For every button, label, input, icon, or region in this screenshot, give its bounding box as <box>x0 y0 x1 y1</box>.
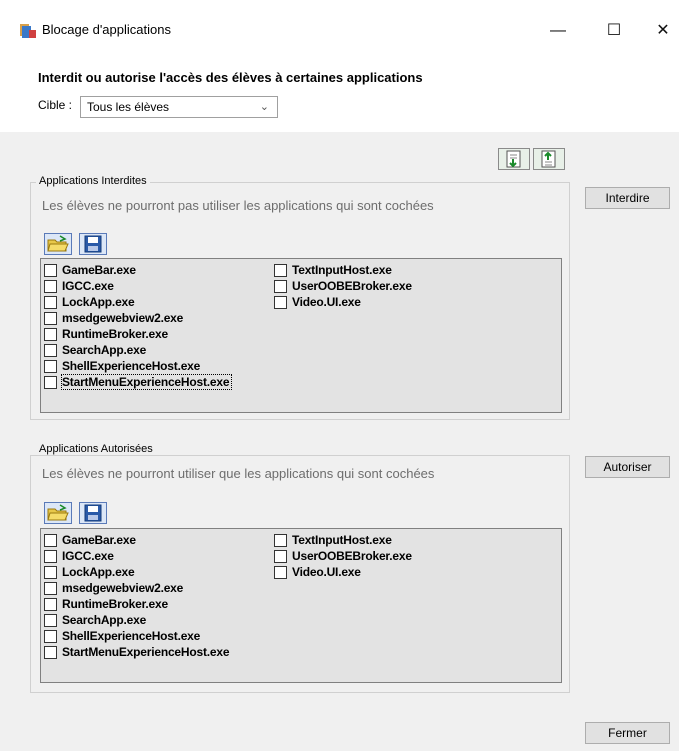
checkbox[interactable] <box>44 646 57 659</box>
checkbox[interactable] <box>44 566 57 579</box>
checkbox[interactable] <box>274 296 287 309</box>
checklist-item-label: ShellExperienceHost.exe <box>62 359 201 373</box>
checkbox[interactable] <box>44 534 57 547</box>
checkbox[interactable] <box>274 550 287 563</box>
checklist-item-label: SearchApp.exe <box>62 343 147 357</box>
close-window-button[interactable]: ✕ <box>643 16 679 46</box>
footer-strip <box>0 710 679 751</box>
checkbox[interactable] <box>274 566 287 579</box>
import-icon <box>506 150 521 168</box>
checkbox[interactable] <box>44 582 57 595</box>
checklist-item-label: LockApp.exe <box>62 295 135 309</box>
checklist-item-label: IGCC.exe <box>62 279 114 293</box>
checkbox[interactable] <box>44 328 57 341</box>
checklist-item-label: msedgewebview2.exe <box>62 311 184 325</box>
checkbox[interactable] <box>44 280 57 293</box>
folder-open-icon <box>47 235 69 252</box>
export-button[interactable] <box>533 148 565 170</box>
allowed-open-button[interactable] <box>44 502 72 524</box>
checkbox[interactable] <box>44 614 57 627</box>
allowed-description: Les élèves ne pourront utiliser que les … <box>42 466 435 481</box>
maximize-button[interactable]: ☐ <box>594 16 634 46</box>
checkbox[interactable] <box>44 550 57 563</box>
checkbox[interactable] <box>44 360 57 373</box>
minimize-button[interactable]: — <box>538 16 578 46</box>
checklist-item-label: RuntimeBroker.exe <box>62 597 168 611</box>
checklist-item-label: TextInputHost.exe <box>292 533 392 547</box>
checkbox[interactable] <box>274 264 287 277</box>
cible-label: Cible : <box>38 98 73 112</box>
checklist-item-label: IGCC.exe <box>62 549 114 563</box>
allowed-checklist: GameBar.exe IGCC.exe LockApp.exe msedgewebv… <box>40 528 562 683</box>
checklist-item-label: msedgewebview2.exe <box>62 581 184 595</box>
checklist-item-label: UserOOBEBroker.exe <box>292 549 412 563</box>
cible-select-value: Tous les élèves <box>87 100 170 114</box>
allowed-legend: Applications Autorisées <box>36 443 156 455</box>
page-heading: Interdit ou autorise l'accès des élèves … <box>38 70 423 85</box>
forbidden-open-button[interactable] <box>44 233 72 255</box>
export-icon <box>541 150 556 168</box>
checklist-item-label: RuntimeBroker.exe <box>62 327 168 341</box>
checklist-item-label: SearchApp.exe <box>62 613 147 627</box>
checklist-item-label: TextInputHost.exe <box>292 263 392 277</box>
checklist-item-label: ShellExperienceHost.exe <box>62 629 201 643</box>
forbidden-checklist: GameBar.exe IGCC.exe LockApp.exe msedgewebv… <box>40 258 562 413</box>
checklist-item-label: StartMenuExperienceHost.exe <box>60 374 233 390</box>
header-panel: Interdit ou autorise l'accès des élèves … <box>0 60 679 132</box>
allow-button[interactable]: Autoriser <box>585 456 670 478</box>
checklist-item-label: Video.UI.exe <box>292 295 361 309</box>
close-button[interactable]: Fermer <box>585 722 670 744</box>
title-bar: Blocage d'applications — ☐ ✕ <box>0 0 679 60</box>
cible-select[interactable]: Tous les élèves ⌄ <box>80 96 278 118</box>
app-icon <box>20 24 36 38</box>
checklist-item-label: UserOOBEBroker.exe <box>292 279 412 293</box>
window-title: Blocage d'applications <box>42 22 171 37</box>
checklist-item-label: GameBar.exe <box>62 263 136 277</box>
allowed-save-button[interactable] <box>79 502 107 524</box>
checkbox[interactable] <box>44 376 57 389</box>
checkbox[interactable] <box>44 264 57 277</box>
checkbox[interactable] <box>44 344 57 357</box>
checklist-item-label: LockApp.exe <box>62 565 135 579</box>
checkbox[interactable] <box>44 296 57 309</box>
checklist-item-label: GameBar.exe <box>62 533 136 547</box>
forbidden-description: Les élèves ne pourront pas utiliser les … <box>42 198 434 213</box>
checkbox[interactable] <box>44 630 57 643</box>
floppy-save-icon <box>84 235 102 253</box>
import-button[interactable] <box>498 148 530 170</box>
floppy-save-icon <box>84 504 102 522</box>
checkbox[interactable] <box>274 280 287 293</box>
checkbox[interactable] <box>274 534 287 547</box>
folder-open-icon <box>47 504 69 521</box>
forbidden-save-button[interactable] <box>79 233 107 255</box>
forbid-button[interactable]: Interdire <box>585 187 670 209</box>
checklist-item-label: StartMenuExperienceHost.exe <box>62 645 230 659</box>
chevron-down-icon: ⌄ <box>259 101 269 113</box>
forbidden-legend: Applications Interdites <box>36 175 150 187</box>
checkbox[interactable] <box>44 598 57 611</box>
checklist-item-label: Video.UI.exe <box>292 565 361 579</box>
checkbox[interactable] <box>44 312 57 325</box>
